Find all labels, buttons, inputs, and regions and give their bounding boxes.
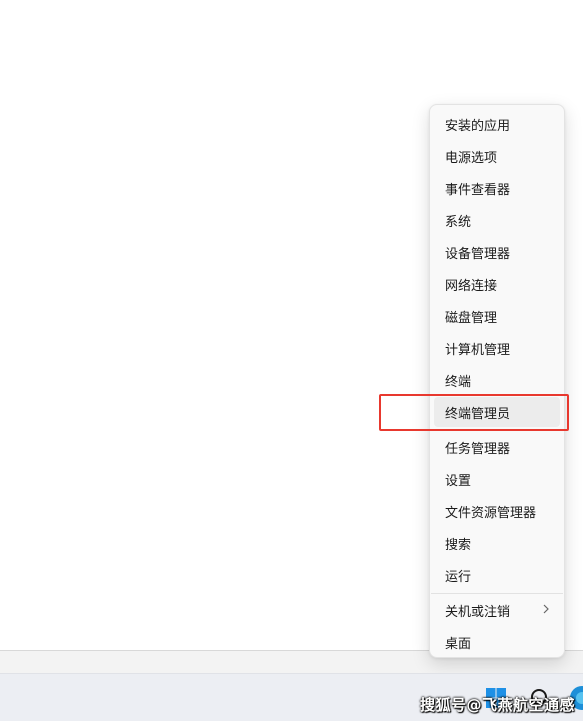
menu-item-settings[interactable]: 设置 bbox=[434, 464, 560, 494]
menu-item-disk-management[interactable]: 磁盘管理 bbox=[434, 301, 560, 331]
menu-item-event-viewer[interactable]: 事件查看器 bbox=[434, 173, 560, 203]
menu-item-file-explorer[interactable]: 文件资源管理器 bbox=[434, 496, 560, 526]
taskbar: 搜狐号@飞燕航空通感 bbox=[0, 673, 583, 721]
menu-item-power-options[interactable]: 电源选项 bbox=[434, 141, 560, 171]
menu-item-desktop[interactable]: 桌面 bbox=[434, 627, 560, 657]
menu-item-label: 搜索 bbox=[445, 537, 472, 553]
menu-item-label: 网络连接 bbox=[445, 278, 498, 294]
menu-item-label: 终端管理员 bbox=[445, 406, 511, 422]
menu-item-run[interactable]: 运行 bbox=[434, 560, 560, 590]
start-context-menu: 安装的应用 电源选项 事件查看器 系统 设备管理器 网络连接 磁盘管理 计算机管… bbox=[429, 104, 565, 658]
menu-item-label: 桌面 bbox=[445, 636, 472, 652]
menu-item-search[interactable]: 搜索 bbox=[434, 528, 560, 558]
menu-item-label: 运行 bbox=[445, 569, 472, 585]
menu-item-label: 关机或注销 bbox=[445, 604, 511, 620]
menu-item-label: 事件查看器 bbox=[445, 182, 511, 198]
menu-item-terminal[interactable]: 终端 bbox=[434, 365, 560, 395]
menu-item-label: 安装的应用 bbox=[445, 118, 511, 134]
menu-item-network-connections[interactable]: 网络连接 bbox=[434, 269, 560, 299]
menu-item-terminal-admin[interactable]: 终端管理员 bbox=[434, 397, 560, 427]
menu-item-label: 磁盘管理 bbox=[445, 310, 498, 326]
menu-item-label: 文件资源管理器 bbox=[445, 505, 537, 521]
menu-item-system[interactable]: 系统 bbox=[434, 205, 560, 235]
menu-item-label: 设置 bbox=[445, 473, 472, 489]
menu-item-installed-apps[interactable]: 安装的应用 bbox=[434, 109, 560, 139]
menu-item-label: 设备管理器 bbox=[445, 246, 511, 262]
menu-item-shutdown-signout[interactable]: 关机或注销 bbox=[434, 595, 560, 625]
menu-item-device-manager[interactable]: 设备管理器 bbox=[434, 237, 560, 267]
menu-separator bbox=[431, 593, 563, 594]
menu-item-label: 计算机管理 bbox=[445, 342, 511, 358]
watermark-text: 搜狐号@飞燕航空通感 bbox=[419, 696, 575, 714]
menu-item-label: 终端 bbox=[445, 374, 472, 390]
menu-item-computer-management[interactable]: 计算机管理 bbox=[434, 333, 560, 363]
chevron-right-icon bbox=[543, 604, 549, 614]
menu-item-task-manager[interactable]: 任务管理器 bbox=[434, 432, 560, 462]
menu-item-label: 电源选项 bbox=[445, 150, 498, 166]
menu-item-label: 系统 bbox=[445, 214, 472, 230]
menu-item-label: 任务管理器 bbox=[445, 441, 511, 457]
